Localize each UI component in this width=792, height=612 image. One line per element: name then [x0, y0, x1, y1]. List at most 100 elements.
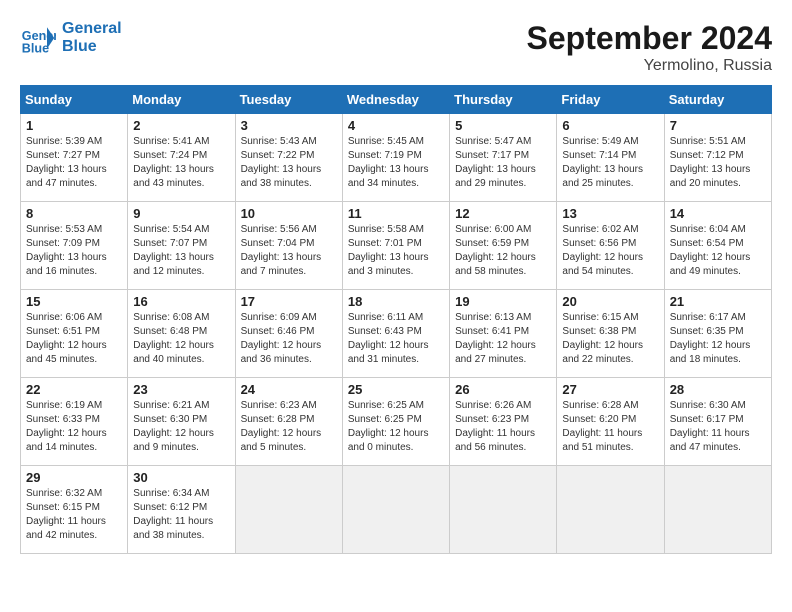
- month-title: September 2024: [527, 20, 772, 57]
- day-number: 29: [26, 470, 122, 485]
- header: General Blue GeneralBlue September 2024 …: [20, 20, 772, 75]
- day-number: 12: [455, 206, 551, 221]
- day-number: 1: [26, 118, 122, 133]
- calendar-week-row: 8Sunrise: 5:53 AMSunset: 7:09 PMDaylight…: [21, 202, 772, 290]
- weekday-header: Friday: [557, 86, 664, 114]
- cell-content: Sunrise: 5:51 AMSunset: 7:12 PMDaylight:…: [670, 136, 751, 189]
- calendar-week-row: 29 Sunrise: 6:32 AMSunset: 6:15 PMDayligh…: [21, 466, 772, 554]
- cell-content: Sunrise: 5:45 AMSunset: 7:19 PMDaylight:…: [348, 136, 429, 189]
- day-number: 5: [455, 118, 551, 133]
- day-number: 20: [562, 294, 658, 309]
- calendar-cell: 12 Sunrise: 6:00 AMSunset: 6:59 PMDayligh…: [450, 202, 557, 290]
- day-number: 18: [348, 294, 444, 309]
- calendar-cell: [450, 466, 557, 554]
- cell-content: Sunrise: 5:56 AMSunset: 7:04 PMDaylight:…: [241, 224, 322, 277]
- calendar-cell: 18Sunrise: 6:11 AMSunset: 6:43 PMDayligh…: [342, 290, 449, 378]
- calendar-cell: [342, 466, 449, 554]
- day-number: 21: [670, 294, 766, 309]
- cell-content: Sunrise: 5:58 AMSunset: 7:01 PMDaylight:…: [348, 224, 429, 277]
- cell-content: Sunrise: 6:13 AMSunset: 6:41 PMDaylight:…: [455, 312, 536, 365]
- day-number: 11: [348, 206, 444, 221]
- weekday-header: Sunday: [21, 86, 128, 114]
- day-number: 28: [670, 382, 766, 397]
- calendar-cell: 6Sunrise: 5:49 AMSunset: 7:14 PMDaylight…: [557, 114, 664, 202]
- calendar-cell: 4 Sunrise: 5:45 AMSunset: 7:19 PMDaylight…: [342, 114, 449, 202]
- cell-content: Sunrise: 6:32 AMSunset: 6:15 PMDaylight:…: [26, 488, 106, 541]
- calendar-cell: [235, 466, 342, 554]
- calendar-week-row: 1 Sunrise: 5:39 AMSunset: 7:27 PMDaylight…: [21, 114, 772, 202]
- cell-content: Sunrise: 6:15 AMSunset: 6:38 PMDaylight:…: [562, 312, 643, 365]
- calendar-week-row: 15 Sunrise: 6:06 AMSunset: 6:51 PMDayligh…: [21, 290, 772, 378]
- calendar-cell: 21 Sunrise: 6:17 AMSunset: 6:35 PMDayligh…: [664, 290, 771, 378]
- cell-content: Sunrise: 6:04 AMSunset: 6:54 PMDaylight:…: [670, 224, 751, 277]
- day-number: 19: [455, 294, 551, 309]
- cell-content: Sunrise: 6:34 AMSunset: 6:12 PMDaylight:…: [133, 488, 213, 541]
- calendar-cell: 11 Sunrise: 5:58 AMSunset: 7:01 PMDayligh…: [342, 202, 449, 290]
- day-number: 23: [133, 382, 229, 397]
- day-number: 9: [133, 206, 229, 221]
- calendar-cell: 17 Sunrise: 6:09 AMSunset: 6:46 PMDayligh…: [235, 290, 342, 378]
- calendar-cell: 20 Sunrise: 6:15 AMSunset: 6:38 PMDayligh…: [557, 290, 664, 378]
- title-area: September 2024 Yermolino, Russia: [527, 20, 772, 75]
- calendar-cell: 13Sunrise: 6:02 AMSunset: 6:56 PMDayligh…: [557, 202, 664, 290]
- calendar-cell: [557, 466, 664, 554]
- day-number: 27: [562, 382, 658, 397]
- cell-content: Sunrise: 5:41 AMSunset: 7:24 PMDaylight:…: [133, 136, 214, 189]
- cell-content: Sunrise: 6:06 AMSunset: 6:51 PMDaylight:…: [26, 312, 107, 365]
- calendar-cell: 5 Sunrise: 5:47 AMSunset: 7:17 PMDaylight…: [450, 114, 557, 202]
- cell-content: Sunrise: 6:08 AMSunset: 6:48 PMDaylight:…: [133, 312, 214, 365]
- cell-content: Sunrise: 6:17 AMSunset: 6:35 PMDaylight:…: [670, 312, 751, 365]
- calendar-cell: 22 Sunrise: 6:19 AMSunset: 6:33 PMDayligh…: [21, 378, 128, 466]
- cell-content: Sunrise: 6:25 AMSunset: 6:25 PMDaylight:…: [348, 400, 429, 453]
- calendar-cell: 28 Sunrise: 6:30 AMSunset: 6:17 PMDayligh…: [664, 378, 771, 466]
- cell-content: Sunrise: 6:02 AMSunset: 6:56 PMDaylight:…: [562, 224, 643, 277]
- calendar-cell: 15 Sunrise: 6:06 AMSunset: 6:51 PMDayligh…: [21, 290, 128, 378]
- cell-content: Sunrise: 5:39 AMSunset: 7:27 PMDaylight:…: [26, 136, 107, 189]
- cell-content: Sunrise: 6:19 AMSunset: 6:33 PMDaylight:…: [26, 400, 107, 453]
- calendar-cell: 26 Sunrise: 6:26 AMSunset: 6:23 PMDayligh…: [450, 378, 557, 466]
- day-number: 17: [241, 294, 337, 309]
- weekday-header: Wednesday: [342, 86, 449, 114]
- day-number: 16: [133, 294, 229, 309]
- day-number: 7: [670, 118, 766, 133]
- day-number: 2: [133, 118, 229, 133]
- day-number: 25: [348, 382, 444, 397]
- cell-content: Sunrise: 6:28 AMSunset: 6:20 PMDaylight:…: [562, 400, 642, 453]
- weekday-header: Saturday: [664, 86, 771, 114]
- logo: General Blue GeneralBlue: [20, 20, 122, 56]
- day-number: 26: [455, 382, 551, 397]
- cell-content: Sunrise: 6:00 AMSunset: 6:59 PMDaylight:…: [455, 224, 536, 277]
- day-number: 24: [241, 382, 337, 397]
- calendar-cell: 30 Sunrise: 6:34 AMSunset: 6:12 PMDayligh…: [128, 466, 235, 554]
- calendar-cell: 24Sunrise: 6:23 AMSunset: 6:28 PMDayligh…: [235, 378, 342, 466]
- day-number: 14: [670, 206, 766, 221]
- calendar-cell: 7 Sunrise: 5:51 AMSunset: 7:12 PMDaylight…: [664, 114, 771, 202]
- cell-content: Sunrise: 5:49 AMSunset: 7:14 PMDaylight:…: [562, 136, 643, 189]
- day-number: 15: [26, 294, 122, 309]
- logo-icon: General Blue: [20, 20, 56, 56]
- calendar-cell: [664, 466, 771, 554]
- calendar-cell: 8Sunrise: 5:53 AMSunset: 7:09 PMDaylight…: [21, 202, 128, 290]
- svg-text:Blue: Blue: [22, 41, 49, 55]
- calendar-cell: 2 Sunrise: 5:41 AMSunset: 7:24 PMDaylight…: [128, 114, 235, 202]
- cell-content: Sunrise: 5:47 AMSunset: 7:17 PMDaylight:…: [455, 136, 536, 189]
- calendar-cell: 10 Sunrise: 5:56 AMSunset: 7:04 PMDayligh…: [235, 202, 342, 290]
- calendar-cell: 14 Sunrise: 6:04 AMSunset: 6:54 PMDayligh…: [664, 202, 771, 290]
- cell-content: Sunrise: 6:21 AMSunset: 6:30 PMDaylight:…: [133, 400, 214, 453]
- day-number: 10: [241, 206, 337, 221]
- day-number: 4: [348, 118, 444, 133]
- logo-text: GeneralBlue: [62, 20, 122, 56]
- cell-content: Sunrise: 6:09 AMSunset: 6:46 PMDaylight:…: [241, 312, 322, 365]
- day-number: 30: [133, 470, 229, 485]
- calendar-week-row: 22 Sunrise: 6:19 AMSunset: 6:33 PMDayligh…: [21, 378, 772, 466]
- calendar-cell: 16 Sunrise: 6:08 AMSunset: 6:48 PMDayligh…: [128, 290, 235, 378]
- calendar-cell: 25 Sunrise: 6:25 AMSunset: 6:25 PMDayligh…: [342, 378, 449, 466]
- day-number: 8: [26, 206, 122, 221]
- cell-content: Sunrise: 5:43 AMSunset: 7:22 PMDaylight:…: [241, 136, 322, 189]
- location: Yermolino, Russia: [527, 57, 772, 75]
- cell-content: Sunrise: 6:30 AMSunset: 6:17 PMDaylight:…: [670, 400, 750, 453]
- cell-content: Sunrise: 6:26 AMSunset: 6:23 PMDaylight:…: [455, 400, 535, 453]
- day-number: 22: [26, 382, 122, 397]
- calendar-cell: 29 Sunrise: 6:32 AMSunset: 6:15 PMDayligh…: [21, 466, 128, 554]
- calendar-cell: 23 Sunrise: 6:21 AMSunset: 6:30 PMDayligh…: [128, 378, 235, 466]
